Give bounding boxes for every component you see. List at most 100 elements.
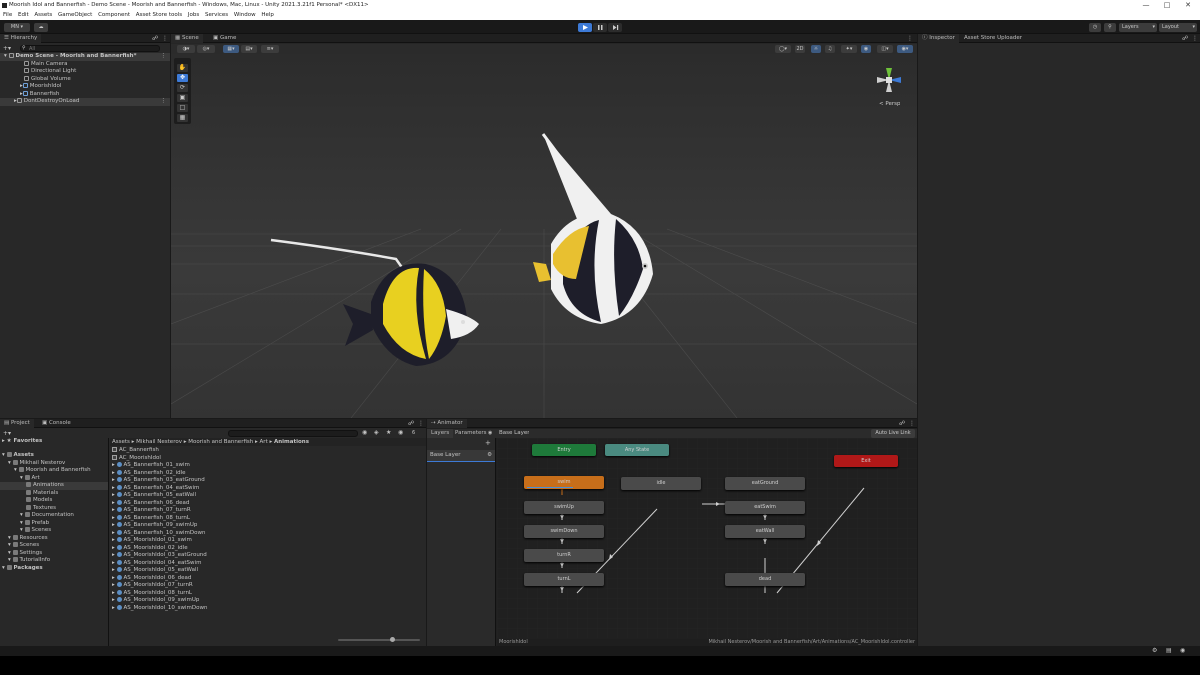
breadcrumb-item[interactable]: Art: [260, 439, 268, 445]
more-menu-icon[interactable]: ⋮: [909, 420, 915, 427]
expand-arrow-icon[interactable]: ▾: [14, 467, 19, 473]
cache-icon[interactable]: ▤: [1166, 647, 1172, 654]
camera-settings-dropdown[interactable]: ◫▾: [877, 45, 893, 53]
state-any-state[interactable]: Any State: [605, 444, 669, 456]
shading-toggle[interactable]: ◯▾: [775, 45, 791, 53]
increment-dropdown[interactable]: ≡▾: [261, 45, 279, 53]
state-swim[interactable]: swim: [524, 476, 604, 489]
file-list-item[interactable]: ▸ AS_MoorishIdol_01_swim: [110, 537, 192, 545]
eye-icon[interactable]: ◉: [398, 429, 403, 436]
debug-mode-icon[interactable]: ◉: [1180, 647, 1185, 654]
expand-arrow-icon[interactable]: ▸: [112, 545, 117, 551]
filter-type-icon[interactable]: ◉: [362, 429, 367, 436]
lock-icon[interactable]: ☍: [152, 35, 158, 42]
render-mode-dropdown[interactable]: ◎▾: [197, 45, 215, 53]
snap-settings-dropdown[interactable]: ▤▾: [241, 45, 257, 53]
slider-handle[interactable]: [390, 637, 395, 642]
folder-tree-item[interactable]: ▾ Assets: [0, 452, 108, 460]
tab-inspector[interactable]: ⓘ Inspector: [918, 34, 959, 43]
expand-arrow-icon[interactable]: ▾: [20, 527, 25, 533]
more-menu-icon[interactable]: ⋮: [161, 98, 167, 106]
file-list-item[interactable]: ▸ AS_MoorishIdol_10_swimDown: [110, 604, 207, 613]
minimize-button[interactable]: —: [1136, 0, 1156, 11]
animator-breadcrumb[interactable]: Base Layer: [499, 429, 529, 438]
icon-size-slider[interactable]: [338, 639, 420, 641]
lock-icon[interactable]: ☍: [1182, 35, 1188, 42]
expand-arrow-icon[interactable]: ▸: [112, 560, 117, 566]
audio-toggle[interactable]: ♫: [825, 45, 835, 53]
perspective-label[interactable]: < Persp: [879, 101, 900, 107]
tab-layers[interactable]: Layers: [427, 429, 454, 438]
file-list-item[interactable]: ▸ AS_Bannerfish_10_swimDown: [110, 529, 205, 538]
state-idle[interactable]: idle: [621, 477, 701, 490]
folder-tree-item[interactable]: ▾ Art: [0, 474, 108, 483]
file-list-item[interactable]: ▸ AS_MoorishIdol_03_eatGround: [110, 552, 207, 560]
folder-tree-item[interactable]: Textures: [0, 504, 108, 513]
file-list-item[interactable]: ▸ AS_Bannerfish_07_turnR: [110, 507, 191, 515]
maximize-button[interactable]: □: [1157, 0, 1177, 11]
file-list-item[interactable]: AC_Bannerfish: [110, 447, 159, 455]
tab-scene[interactable]: ▦ Scene: [171, 34, 203, 43]
file-list-item[interactable]: ▸ AS_MoorishIdol_05_eatWall: [110, 567, 198, 575]
folder-tree-item[interactable]: ▾ Settings: [0, 549, 108, 558]
file-list-item[interactable]: ▸ AS_MoorishIdol_09_swimUp: [110, 597, 199, 605]
rect-tool-icon[interactable]: □: [177, 104, 188, 112]
expand-arrow-icon[interactable]: ▾: [8, 542, 13, 548]
create-asset-button[interactable]: +▾: [3, 430, 15, 437]
tab-parameters[interactable]: Parameters: [451, 429, 490, 438]
hierarchy-item[interactable]: Global Volume: [0, 75, 170, 84]
expand-arrow-icon[interactable]: ▾: [8, 535, 13, 541]
gizmos-dropdown[interactable]: ◉▾: [897, 45, 913, 53]
breadcrumb-item[interactable]: Moorish and Bannerfish: [188, 439, 253, 445]
expand-arrow-icon[interactable]: ▾: [20, 475, 25, 481]
draw-mode-dropdown[interactable]: ◑▾: [177, 45, 195, 53]
filter-label-icon[interactable]: ◈: [374, 429, 379, 436]
folder-tree-item[interactable]: ▾ Packages: [0, 564, 108, 573]
project-search-input[interactable]: [228, 430, 358, 437]
file-list-item[interactable]: ▸ AS_Bannerfish_08_turnL: [110, 514, 190, 523]
tab-animator[interactable]: ⇢ Animator: [427, 419, 467, 428]
menu-jobs[interactable]: Jobs: [188, 12, 199, 18]
lighting-toggle[interactable]: ☼: [811, 45, 821, 53]
file-list-item[interactable]: ▸ AS_Bannerfish_01_swim: [110, 462, 190, 470]
state-dead[interactable]: dead: [725, 573, 805, 586]
expand-arrow-icon[interactable]: ▾: [8, 550, 13, 556]
menu-window[interactable]: Window: [234, 12, 256, 18]
file-list-item[interactable]: AC_MoorishIdol: [110, 454, 161, 463]
filter-search-icon[interactable]: ★: [386, 429, 391, 436]
animator-graph[interactable]: [497, 438, 917, 638]
expand-arrow-icon[interactable]: ▸: [112, 590, 117, 596]
expand-arrow-icon[interactable]: ▾: [20, 520, 25, 526]
scale-tool-icon[interactable]: ▣: [177, 94, 188, 102]
state-entry[interactable]: Entry: [532, 444, 596, 456]
add-object-button[interactable]: +▾: [3, 45, 15, 52]
lock-icon[interactable]: ☍: [899, 420, 905, 427]
cloud-icon[interactable]: ☁: [34, 23, 48, 32]
folder-tree-item[interactable]: Animations: [0, 482, 108, 490]
expand-arrow-icon[interactable]: ▾: [20, 512, 25, 518]
file-list-item[interactable]: ▸ AS_MoorishIdol_07_turnR: [110, 582, 193, 590]
account-dropdown[interactable]: MN ▾: [4, 23, 30, 32]
hierarchy-item[interactable]: ▸ Bannerfish: [0, 90, 170, 99]
state-eat-swim[interactable]: eatSwim: [725, 501, 805, 514]
expand-arrow-icon[interactable]: ▾: [2, 452, 7, 458]
file-list-item[interactable]: ▸ AS_Bannerfish_05_eatWall: [110, 492, 196, 500]
expand-arrow-icon[interactable]: ▸: [112, 530, 117, 536]
file-list-item[interactable]: ▸ AS_Bannerfish_04_eatSwim: [110, 484, 199, 493]
state-eat-ground[interactable]: eatGround: [725, 477, 805, 490]
file-list-item[interactable]: ▸ AS_MoorishIdol_04_eatSwim: [110, 559, 201, 568]
state-turn-l[interactable]: turnL: [524, 573, 604, 586]
menu-file[interactable]: File: [3, 12, 12, 18]
more-menu-icon[interactable]: ⋮: [907, 35, 913, 42]
tab-console[interactable]: ▣ Console: [38, 419, 75, 428]
state-swim-down[interactable]: swimDown: [524, 525, 604, 538]
orientation-gizmo[interactable]: [869, 62, 909, 98]
add-layer-button[interactable]: +: [485, 439, 491, 447]
tab-hierarchy[interactable]: ☰ Hierarchy: [0, 34, 42, 43]
layout-dropdown[interactable]: Layout ▾: [1159, 23, 1197, 32]
expand-arrow-icon[interactable]: ▸: [112, 470, 117, 476]
folder-tree-item[interactable]: ▾ Prefab: [0, 519, 108, 528]
tab-asset-store-uploader[interactable]: Asset Store Uploader: [960, 34, 1026, 43]
state-swim-up[interactable]: swimUp: [524, 501, 604, 514]
expand-arrow-icon[interactable]: ▸: [112, 597, 117, 603]
